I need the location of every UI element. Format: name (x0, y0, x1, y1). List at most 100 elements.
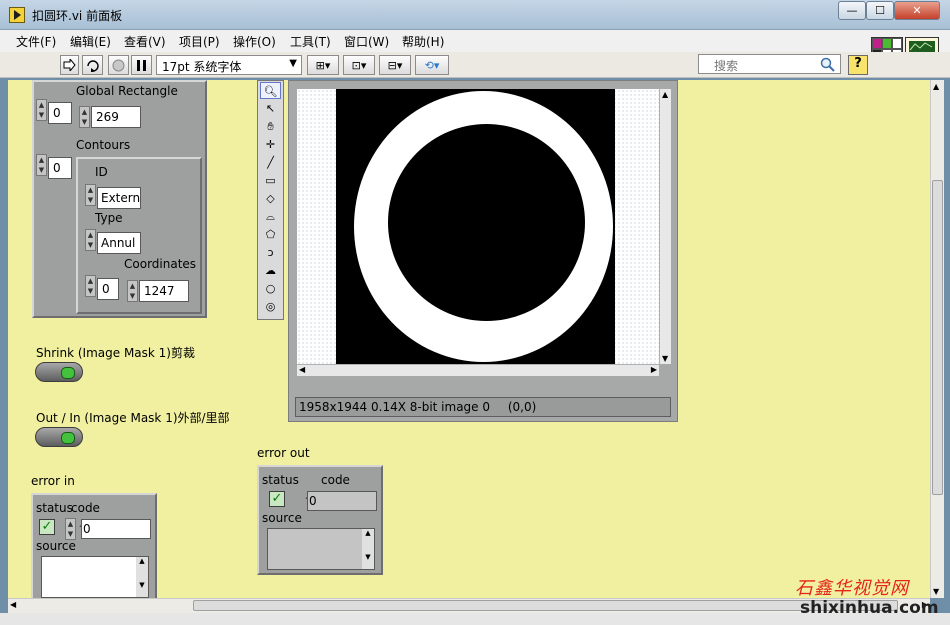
search-placeholder: 搜索 (714, 59, 739, 73)
pointer-tool-icon[interactable]: ↖ (260, 100, 281, 117)
menu-project[interactable]: 项目(P) (179, 33, 220, 50)
search-input[interactable]: 搜索 (698, 54, 841, 74)
annulus-tool-icon[interactable]: ◎ (260, 298, 281, 315)
menu-file[interactable]: 文件(F) (16, 33, 56, 50)
image-tools-palette: 🔍︎ ↖ ✋︎ ✛ ╱ ▭ ◇ ⌓ ⬠ ↄ ☁︎ ○ ◎ (257, 80, 284, 320)
watermark-cn: 石鑫华视觉网 (795, 578, 909, 599)
pan-tool-icon[interactable]: ✋︎ (260, 118, 281, 135)
run-arrow-icon (63, 59, 76, 71)
scroll-left-icon[interactable]: ◀ (10, 600, 16, 609)
global-rectangle-value[interactable]: 269 (91, 106, 141, 128)
error-in-status-label: status (36, 501, 73, 515)
align-icon: ⊞▾ (315, 58, 331, 72)
window-title: 扣圆环.vi 前面板 (32, 9, 123, 23)
run-button[interactable] (60, 55, 79, 75)
scroll-up-icon[interactable]: ▲ (933, 82, 939, 91)
align-objects-button[interactable]: ⊞▾ (307, 55, 339, 75)
panel-vertical-thumb[interactable] (932, 180, 943, 495)
menu-operate[interactable]: 操作(O) (233, 33, 276, 50)
error-in-code[interactable]: 0 (81, 519, 151, 539)
abort-button[interactable] (108, 55, 129, 75)
freehand-line-tool-icon[interactable]: ↄ (260, 244, 281, 261)
rectangle-tool-icon[interactable]: ▭ (260, 172, 281, 189)
global-rectangle-value-stepper[interactable]: ▲ ▼ (79, 106, 90, 128)
distribute-icon: ⊡▾ (351, 58, 367, 72)
scroll-right-icon[interactable]: ▶ (651, 365, 657, 374)
font-select[interactable]: 17pt 系统字体 ▼ (156, 55, 302, 75)
resize-icon: ⊟▾ (387, 58, 403, 72)
contour-type-label: Type (95, 211, 123, 225)
panel-horizontal-thumb[interactable] (193, 600, 898, 611)
menu-window[interactable]: 窗口(W) (344, 33, 389, 50)
error-out-source-label: source (262, 511, 302, 525)
error-in-cluster: status code ✓ ▲▼ ◂ 0 source ▲▼ (31, 493, 157, 598)
pause-icon (137, 59, 146, 71)
image-content (336, 89, 615, 364)
polygon-tool-icon[interactable]: ⬠ (260, 226, 281, 243)
panel-vertical-scrollbar[interactable]: ▲ ▼ (930, 80, 944, 598)
scroll-down-icon[interactable]: ▼ (662, 354, 668, 363)
image-horizontal-scrollbar[interactable]: ◀ ▶ (297, 364, 659, 376)
watermark: 石鑫华视觉网 shixinhua.com (795, 574, 945, 618)
global-rectangle-index[interactable]: 0 (48, 102, 72, 124)
image-display[interactable]: ▲ ▼ ◀ ▶ 1958x1944 0.14X 8-bit image 0 (0… (288, 80, 678, 422)
error-in-source[interactable]: ▲ ▼ (41, 556, 149, 598)
contours-index-stepper[interactable]: ▲ ▼ (36, 154, 47, 176)
scroll-left-icon[interactable]: ◀ (299, 365, 305, 374)
point-tool-icon[interactable]: ✛ (260, 136, 281, 153)
run-continuously-button[interactable] (82, 55, 103, 75)
minimize-button[interactable]: — (838, 1, 866, 20)
front-panel: Global Rectangle ▲ ▼ 0 ▲ ▼ 269 Contours ▲ ▼… (8, 80, 930, 598)
coordinates-value[interactable]: 1247 (139, 280, 189, 302)
maximize-button[interactable]: ☐ (866, 1, 894, 20)
error-out-source-scrollbar[interactable]: ▲ ▼ (362, 529, 374, 569)
error-in-source-scrollbar[interactable]: ▲ ▼ (136, 557, 148, 597)
out-in-toggle[interactable] (35, 427, 83, 447)
scroll-up-icon[interactable]: ▲ (662, 90, 668, 99)
freehand-region-tool-icon[interactable]: ☁︎ (260, 262, 281, 279)
chevron-down-icon: ▼ (289, 58, 297, 69)
shrink-toggle[interactable] (35, 362, 83, 382)
pause-button[interactable] (131, 55, 152, 75)
contour-type-value[interactable]: Annul (97, 232, 141, 254)
close-button[interactable]: ✕ (894, 1, 940, 20)
coordinates-value-stepper[interactable]: ▲ ▼ (127, 280, 138, 302)
error-out-label: error out (257, 446, 310, 460)
contours-index[interactable]: 0 (48, 157, 72, 179)
contour-type-stepper[interactable]: ▲ ▼ (85, 229, 96, 251)
error-in-code-label: code (71, 501, 100, 515)
image-vertical-scrollbar[interactable]: ▲ ▼ (659, 89, 671, 364)
search-icon[interactable] (820, 57, 835, 72)
menu-view[interactable]: 查看(V) (124, 33, 166, 50)
resize-objects-button[interactable]: ⊟▾ (379, 55, 411, 75)
rotated-rectangle-tool-icon[interactable]: ◇ (260, 190, 281, 207)
panel-horizontal-scrollbar[interactable]: ◀ ▶ (8, 598, 930, 613)
oval-tool-icon[interactable]: ○ (260, 280, 281, 297)
coordinates-index-stepper[interactable]: ▲ ▼ (85, 275, 96, 297)
annulus-segment-tool-icon[interactable]: ⌓ (260, 208, 281, 225)
coordinates-index[interactable]: 0 (97, 278, 119, 300)
analysis-report-cluster: Global Rectangle ▲ ▼ 0 ▲ ▼ 269 Contours ▲ ▼… (32, 80, 207, 318)
context-help-button[interactable]: ? (848, 55, 868, 75)
global-rectangle-label: Global Rectangle (76, 84, 178, 98)
menu-help[interactable]: 帮助(H) (402, 33, 444, 50)
contour-id-value[interactable]: Extern (97, 187, 141, 209)
ring-hole (388, 124, 585, 321)
contour-id-stepper[interactable]: ▲ ▼ (85, 184, 96, 206)
image-viewport[interactable] (297, 89, 659, 364)
distribute-objects-button[interactable]: ⊡▾ (343, 55, 375, 75)
menu-tools[interactable]: 工具(T) (290, 33, 331, 50)
contours-label: Contours (76, 138, 131, 152)
reorder-icon: ⟲▾ (424, 58, 440, 72)
zoom-tool-icon[interactable]: 🔍︎ (260, 82, 281, 99)
image-pixel-coords: (0,0) (507, 400, 537, 414)
menu-edit[interactable]: 编辑(E) (70, 33, 111, 50)
shrink-label: Shrink (Image Mask 1)剪裁 (36, 346, 195, 360)
title-bar: 扣圆环.vi 前面板 — ☐ ✕ (0, 0, 950, 30)
error-out-source: ▲ ▼ (267, 528, 375, 570)
line-tool-icon[interactable]: ╱ (260, 154, 281, 171)
reorder-button[interactable]: ⟲▾ (415, 55, 449, 75)
error-in-status-checkbox[interactable]: ✓ (39, 519, 55, 535)
global-rectangle-index-stepper[interactable]: ▲ ▼ (36, 99, 47, 121)
ring-shape (354, 91, 613, 362)
